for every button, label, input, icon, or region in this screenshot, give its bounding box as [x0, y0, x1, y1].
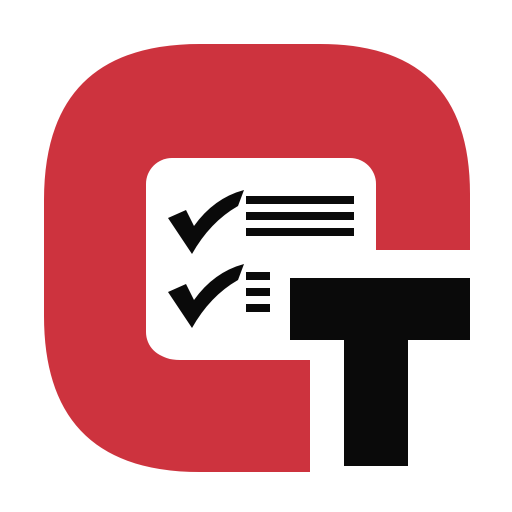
checklist-line [246, 228, 354, 236]
checklist-line [246, 196, 354, 204]
checklist-line [246, 288, 270, 296]
checklist-line [246, 272, 270, 280]
checklist-t-logo-icon [44, 44, 470, 472]
t-letter-icon [290, 278, 470, 466]
checklist-line [246, 304, 270, 312]
app-icon-canvas [0, 0, 512, 512]
checklist-line [246, 212, 354, 220]
